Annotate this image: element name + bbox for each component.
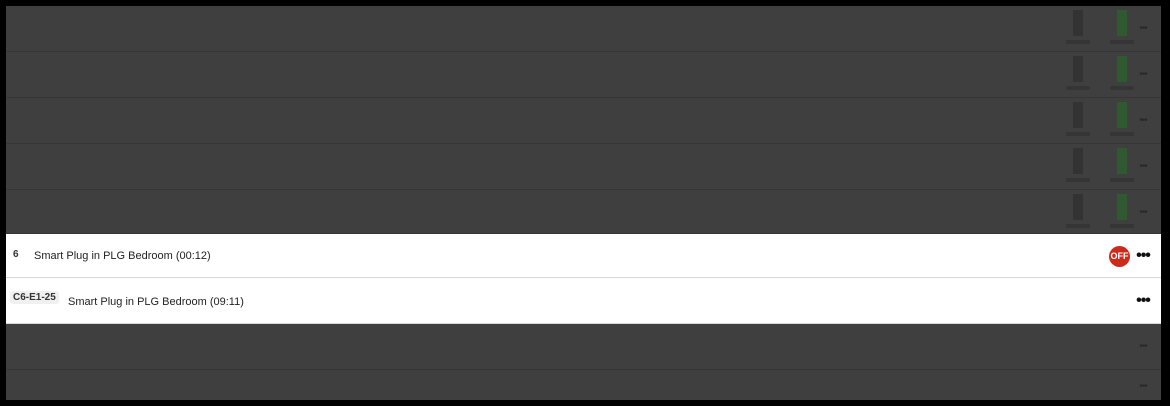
signal-icon [1110,148,1134,186]
more-horizontal-icon: ••• [1139,381,1148,392]
signal-icon [1110,56,1134,94]
list-item: ••• [6,324,1161,370]
power-toggle-icon [1066,56,1090,94]
more-horizontal-icon: ••• [1139,69,1148,80]
more-horizontal-icon: ••• [1139,23,1148,34]
power-toggle-icon [1066,148,1090,186]
device-label: Smart Plug in PLG Bedroom (00:12) [34,250,211,262]
more-horizontal-icon: ••• [1139,161,1148,172]
list-item-smart-plug-00-12[interactable]: 6 Smart Plug in PLG Bedroom (00:12) OFF … [6,234,1161,278]
list-item-smart-plug-09-11[interactable]: C6-E1-25 Smart Plug in PLG Bedroom (09:1… [6,278,1161,324]
more-horizontal-icon: ••• [1139,207,1148,218]
device-list-overlay: ••• ••• ••• ••• ••• 6 Smart Plug in PLG … [6,6,1161,400]
power-toggle-icon [1066,10,1090,48]
device-label: Smart Plug in PLG Bedroom (09:11) [68,296,244,308]
signal-icon [1110,102,1134,140]
more-horizontal-icon: ••• [1139,115,1148,126]
power-off-badge[interactable]: OFF [1109,246,1130,267]
list-item: ••• [6,98,1161,144]
more-horizontal-icon[interactable]: ••• [1135,248,1151,264]
device-tag: 6 [13,249,19,260]
signal-icon [1110,10,1134,48]
power-toggle-icon [1066,102,1090,140]
list-item: ••• [6,190,1161,234]
list-item: ••• [6,370,1161,400]
list-item: ••• [6,52,1161,98]
list-item: ••• [6,144,1161,190]
more-horizontal-icon[interactable]: ••• [1135,293,1151,309]
more-horizontal-icon: ••• [1139,341,1148,352]
power-toggle-icon [1066,194,1090,232]
device-tag: C6-E1-25 [10,291,59,304]
signal-icon [1110,194,1134,232]
list-item: ••• [6,6,1161,52]
